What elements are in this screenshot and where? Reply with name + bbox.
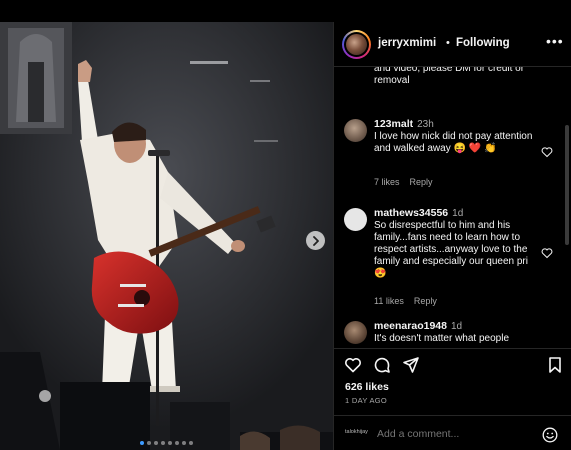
comment-text: I love how nick did not pay attention an… xyxy=(374,131,533,154)
comment-time: 1d xyxy=(450,321,463,332)
carousel-dot xyxy=(168,441,172,445)
carousel-dot-active xyxy=(140,441,144,445)
carousel-dot xyxy=(154,441,158,445)
comment-meta: 7 likes Reply xyxy=(374,177,443,187)
more-options-icon[interactable]: ••• xyxy=(546,33,564,49)
post-media[interactable] xyxy=(0,22,333,450)
author-username[interactable]: jerryxmimi xyxy=(378,37,436,49)
carousel-dot xyxy=(147,441,151,445)
following-button[interactable]: Following xyxy=(456,37,510,49)
add-comment-input[interactable] xyxy=(377,428,527,440)
next-slide-button[interactable] xyxy=(306,231,325,250)
post-timestamp: 1 DAY AGO xyxy=(345,396,388,405)
comments-scrollbar[interactable] xyxy=(564,67,570,348)
heart-icon[interactable] xyxy=(344,356,362,374)
actions-divider xyxy=(334,348,571,349)
comment-avatar[interactable] xyxy=(344,208,367,231)
paper-plane-icon[interactable] xyxy=(402,356,420,374)
comment-username[interactable]: 123malt 23h xyxy=(374,118,434,130)
carousel-dot xyxy=(161,441,165,445)
reply-button[interactable]: Reply xyxy=(410,177,433,187)
heart-icon[interactable] xyxy=(541,247,553,259)
caption-text: and video, please DM for credit or remov… xyxy=(374,67,525,86)
post-header: jerryxmimi • Following ••• xyxy=(334,22,571,66)
comment-text: It's doesn't matter what people xyxy=(374,333,510,344)
comment-likes[interactable]: 7 likes xyxy=(374,177,400,187)
comment-time: 1d xyxy=(452,208,464,219)
comment-text: So disrespectful to him and his family..… xyxy=(374,220,528,279)
comment-meta: 11 likes Reply xyxy=(374,296,447,306)
carousel-indicator xyxy=(0,441,333,445)
header-separator: • xyxy=(446,37,450,49)
reply-button[interactable]: Reply xyxy=(414,296,437,306)
concert-photo xyxy=(0,22,333,450)
author-avatar[interactable] xyxy=(342,30,371,59)
smiley-icon[interactable] xyxy=(542,427,558,443)
scrollbar-thumb[interactable] xyxy=(565,125,569,245)
comments-list[interactable]: and video, please DM for credit or remov… xyxy=(334,67,571,348)
comment-time: 23h xyxy=(417,119,434,130)
bookmark-icon[interactable] xyxy=(546,356,564,374)
add-comment-divider xyxy=(334,415,571,416)
comment-bubble-icon[interactable] xyxy=(373,356,391,374)
chevron-right-icon xyxy=(312,235,319,246)
comment-username[interactable]: meenarao1948 1d xyxy=(374,320,462,332)
top-bar xyxy=(0,0,571,22)
comment-likes[interactable]: 11 likes xyxy=(374,296,404,306)
comment-avatar[interactable] xyxy=(344,119,367,142)
carousel-dot xyxy=(189,441,193,445)
comment-avatar[interactable] xyxy=(344,321,367,344)
heart-icon[interactable] xyxy=(541,146,553,158)
likes-count[interactable]: 626 likes xyxy=(345,381,389,393)
current-user-avatar: talokhijay xyxy=(345,429,368,435)
post-details-panel: jerryxmimi • Following ••• and video, pl… xyxy=(333,22,571,450)
comment-username[interactable]: mathews34556 1d xyxy=(374,207,463,219)
carousel-dot xyxy=(182,441,186,445)
carousel-dot xyxy=(175,441,179,445)
